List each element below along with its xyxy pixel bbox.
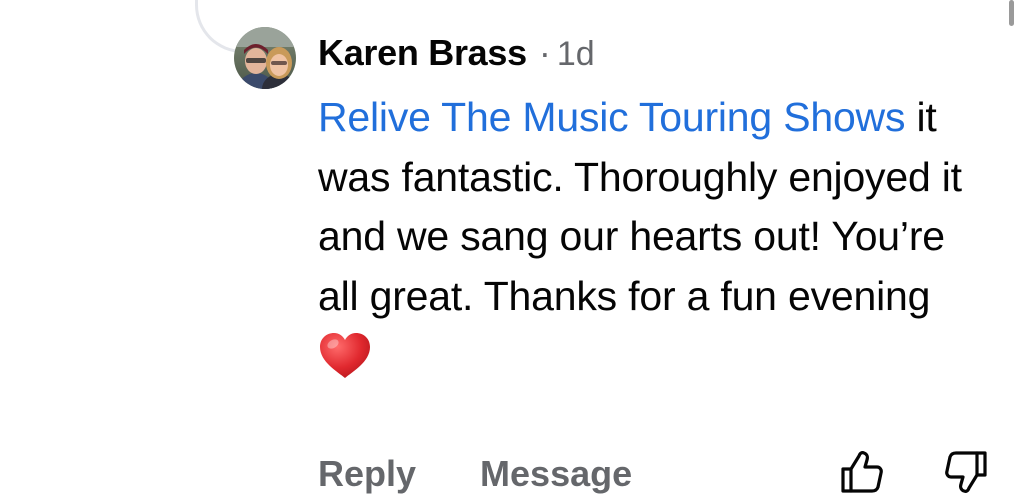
message-button[interactable]: Message xyxy=(480,453,632,495)
comment-timestamp[interactable]: 1d xyxy=(557,23,595,85)
comment-actions: Reply Message xyxy=(318,448,632,500)
scroll-indicator[interactable] xyxy=(1009,0,1014,26)
separator-dot: · xyxy=(538,32,551,73)
mention-link[interactable]: Relive The Music Touring Shows xyxy=(318,94,905,140)
thumbs-down-icon[interactable] xyxy=(942,448,990,496)
comment-body: Relive The Music Touring Shows it was fa… xyxy=(318,88,978,326)
thumbs-up-icon[interactable] xyxy=(838,448,886,496)
comment-header: Karen Brass · 1d xyxy=(318,22,998,84)
red-heart-icon xyxy=(320,333,370,378)
author-name[interactable]: Karen Brass xyxy=(318,22,527,84)
avatar-photo xyxy=(234,27,296,89)
reply-button[interactable]: Reply xyxy=(318,453,416,495)
comment: Karen Brass · 1d Relive The Music Tourin… xyxy=(318,22,998,380)
avatar[interactable] xyxy=(234,27,296,89)
